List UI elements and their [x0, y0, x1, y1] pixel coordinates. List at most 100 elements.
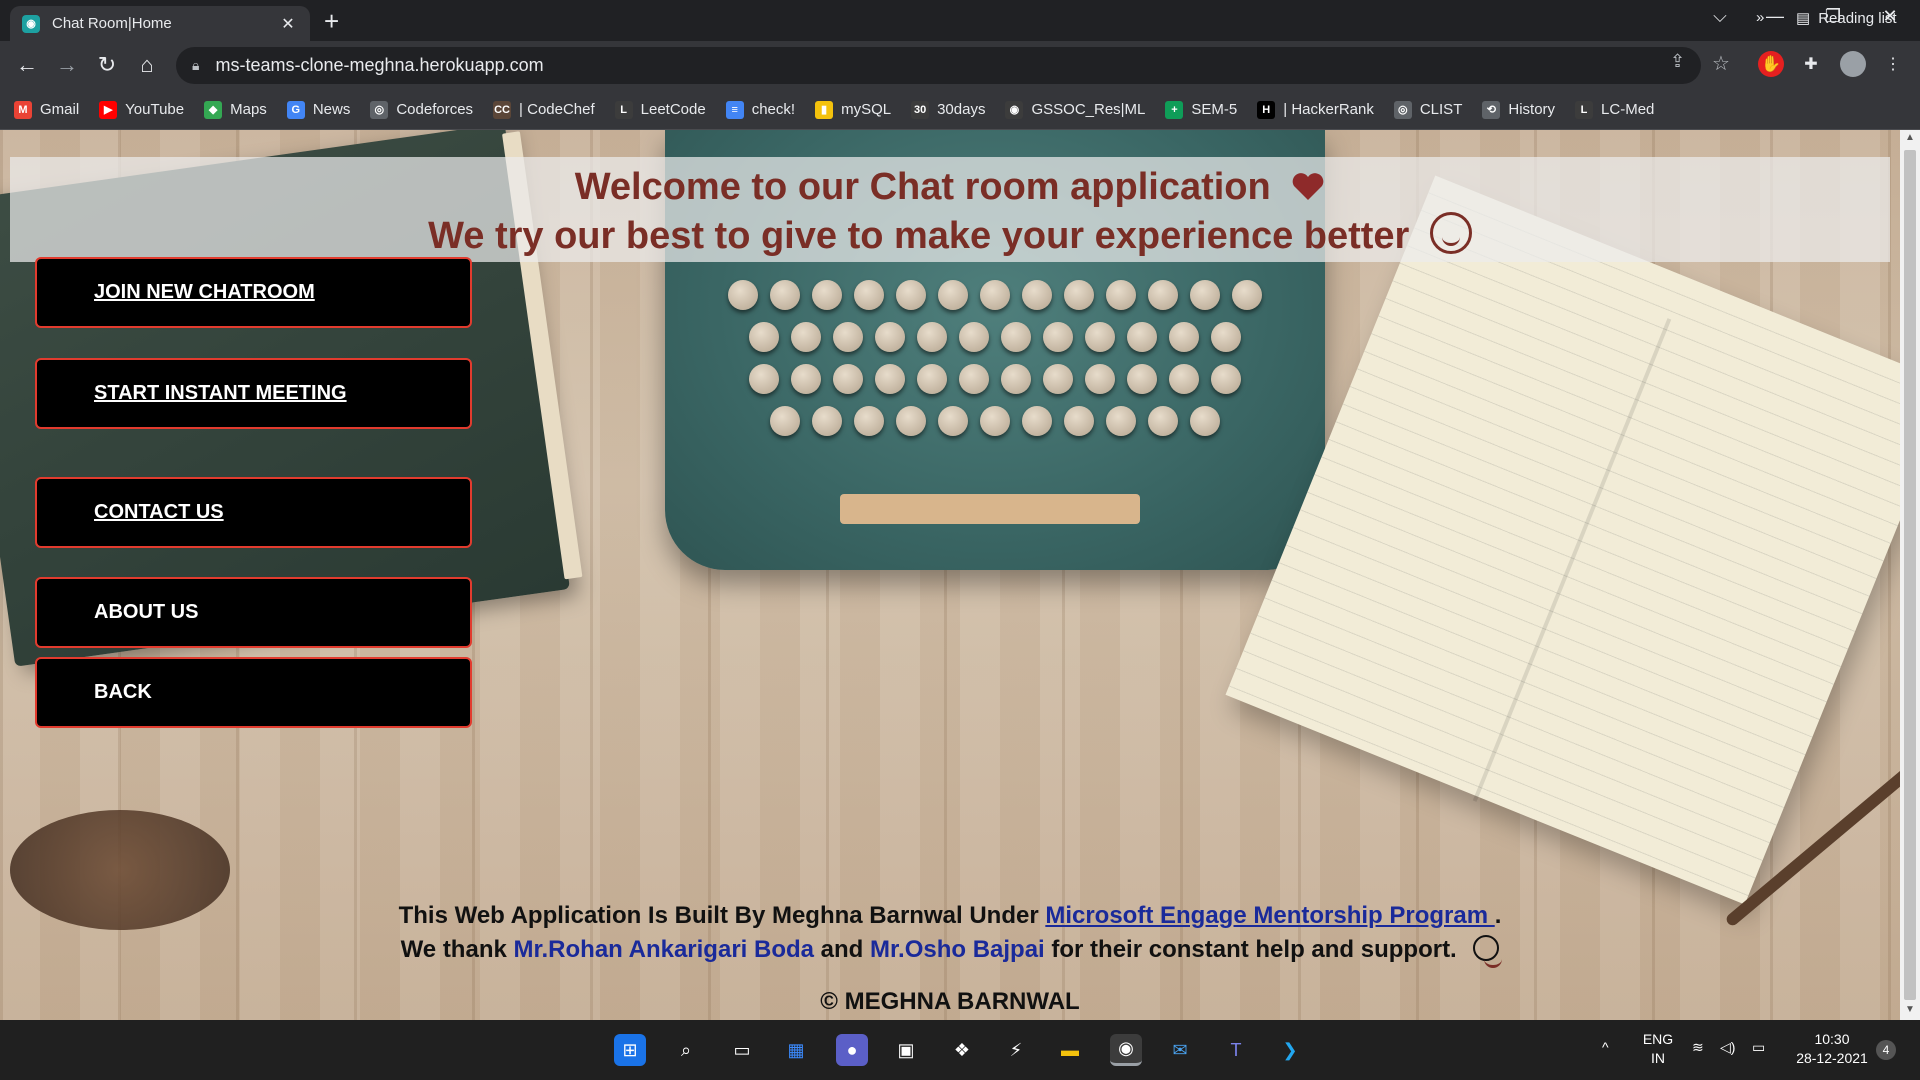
profile-avatar[interactable] [1840, 51, 1866, 77]
bookmark-item[interactable]: M Gmail [14, 100, 80, 119]
background-notebook-image [1225, 175, 1900, 905]
reload-icon[interactable]: ↻ [92, 53, 122, 77]
reading-list-label: Reading list [1818, 9, 1897, 27]
bookmark-favicon-icon: ◉ [1005, 100, 1024, 119]
back-label[interactable]: BACK [94, 681, 152, 704]
bookmark-favicon-icon: G [286, 100, 305, 119]
chat-icon[interactable]: ● [836, 1034, 868, 1066]
bookmark-label: | CodeChef [519, 101, 595, 118]
bookmark-item[interactable]: ◆ Maps [204, 100, 267, 119]
engage-program-link[interactable]: Microsoft Engage Mentorship Program [1045, 902, 1494, 929]
language-indicator[interactable]: ENG IN [1640, 1030, 1676, 1068]
extension-icon[interactable]: ✋ [1758, 51, 1784, 77]
chrome-icon[interactable]: ◉ [1110, 1034, 1142, 1066]
heart-emoji-icon [1292, 173, 1324, 200]
smiling-face-emoji-icon [1473, 935, 1503, 968]
start-instant-meeting-label[interactable]: START INSTANT MEETING [94, 382, 347, 405]
address-bar[interactable]: 🔒︎ ms-teams-clone-meghna.herokuapp.com [176, 47, 1701, 84]
bookmark-item[interactable]: ▶ YouTube [99, 100, 185, 119]
bookmark-label: History [1508, 101, 1556, 118]
bookmark-item[interactable]: ◎ CLIST [1393, 100, 1462, 119]
mentor-rohan-link[interactable]: Mr.Rohan Ankarigari Boda [514, 936, 815, 963]
app-bolt-icon[interactable]: ⚡︎ [1000, 1034, 1032, 1066]
scroll-down-icon[interactable]: ▼ [1900, 1004, 1920, 1015]
bookmark-label: YouTube [125, 101, 185, 118]
widgets-icon[interactable]: ▦ [780, 1034, 812, 1066]
browser-tab-bar: ◉ Chat Room|Home ✕ + ⌵ — ❐ ✕ [0, 0, 1920, 41]
clock-time: 10:30 [1814, 1031, 1850, 1047]
bookmark-favicon-icon: + [1165, 100, 1184, 119]
credits-line-2: We thank Mr.Rohan Ankarigari Boda and Mr… [0, 935, 1900, 968]
tab-search-icon[interactable]: ⌵ [1700, 6, 1740, 27]
bookmark-item[interactable]: + SEM-5 [1165, 100, 1238, 119]
bookmark-label: SEM-5 [1191, 101, 1238, 118]
bookmark-star-icon[interactable]: ☆ [1712, 51, 1730, 76]
contact-us-label[interactable]: CONTACT US [94, 501, 224, 524]
dropbox-icon[interactable]: ❖ [946, 1034, 978, 1066]
bookmark-item[interactable]: 30 30days [911, 100, 985, 119]
bookmark-item[interactable]: ⟲ History [1482, 100, 1556, 119]
bookmark-favicon-icon: H [1257, 100, 1276, 119]
search-icon[interactable]: ⌕ [670, 1034, 702, 1066]
menu-kebab-icon[interactable]: ⋮ [1880, 51, 1906, 77]
mail-icon[interactable]: ✉ [1164, 1034, 1196, 1066]
home-icon[interactable]: ⌂ [132, 53, 162, 77]
bookmark-item[interactable]: ◉ GSSOC_Res|ML [1005, 100, 1145, 119]
forward-icon[interactable]: → [52, 53, 82, 77]
bookmark-item[interactable]: H | HackerRank [1257, 100, 1374, 119]
microsoft-store-icon[interactable]: ▣ [890, 1034, 922, 1066]
bookmark-label: | HackerRank [1283, 101, 1374, 118]
more-bookmarks-icon[interactable]: » [1756, 9, 1764, 26]
join-new-chatroom-button[interactable]: JOIN NEW CHATROOM [35, 257, 472, 328]
bookmark-item[interactable]: ≡ check! [725, 100, 795, 119]
scroll-up-icon[interactable]: ▲ [1900, 132, 1920, 143]
vscode-icon[interactable]: ❯ [1274, 1034, 1306, 1066]
credits-line-1: This Web Application Is Built By Meghna … [0, 902, 1900, 930]
start-instant-meeting-button[interactable]: START INSTANT MEETING [35, 358, 472, 429]
back-icon[interactable]: ← [12, 53, 42, 77]
lock-icon[interactable]: 🔒︎ [192, 57, 199, 74]
welcome-heading-text: Welcome to our Chat room application [574, 166, 1271, 208]
site-favicon-icon: ◉ [22, 14, 40, 33]
join-new-chatroom-label[interactable]: JOIN NEW CHATROOM [94, 281, 315, 304]
new-tab-button[interactable]: + [324, 8, 339, 34]
scrollbar-thumb[interactable] [1904, 150, 1916, 1000]
bookmark-item[interactable]: ◎ Codeforces [370, 100, 473, 119]
show-hidden-icons-icon[interactable]: ^ [1602, 1038, 1609, 1057]
about-us-label[interactable]: ABOUT US [94, 601, 198, 624]
bookmark-item[interactable]: G News [286, 100, 350, 119]
browser-toolbar: ← → ↻ ⌂ 🔒︎ ms-teams-clone-meghna.herokua… [0, 41, 1920, 90]
task-view-icon[interactable]: ▭ [726, 1034, 758, 1066]
contact-us-button[interactable]: CONTACT US [35, 477, 472, 548]
bookmark-item[interactable]: CC | CodeChef [493, 100, 595, 119]
back-button[interactable]: BACK [35, 657, 472, 728]
file-explorer-icon[interactable]: ▬ [1054, 1034, 1086, 1066]
tab-close-icon[interactable]: ✕ [278, 14, 298, 34]
puzzle-extensions-icon[interactable]: ✚ [1798, 51, 1824, 77]
mentor-osho-link[interactable]: Mr.Osho Bajpai [870, 936, 1045, 963]
teams-icon[interactable]: T [1220, 1034, 1252, 1066]
bookmark-favicon-icon: ◆ [204, 100, 223, 119]
bookmarks-bar: M Gmail ▶ YouTube ◆ Maps G News ◎ Codeforces CC | C… [0, 90, 1920, 130]
bookmark-item[interactable]: L LeetCode [614, 100, 706, 119]
battery-icon[interactable]: ▭ [1752, 1038, 1765, 1057]
page-scrollbar[interactable]: ▲ ▼ [1900, 130, 1920, 1020]
start-menu-icon[interactable]: ⊞ [614, 1034, 646, 1066]
share-icon[interactable]: ⇪ [1670, 51, 1685, 72]
about-us-button[interactable]: ABOUT US [35, 577, 472, 648]
bookmark-favicon-icon: CC [493, 100, 512, 119]
notification-badge[interactable]: 4 [1876, 1040, 1896, 1060]
page-viewport: Welcome to our Chat room application We … [0, 130, 1900, 1020]
active-tab[interactable]: ◉ Chat Room|Home ✕ [10, 6, 310, 41]
volume-icon[interactable]: ◁) [1720, 1038, 1735, 1057]
clock[interactable]: 10:30 28-12-2021 [1792, 1030, 1872, 1068]
reading-list-button[interactable]: ▤ Reading list [1796, 9, 1897, 28]
welcome-banner: Welcome to our Chat room application We … [10, 157, 1890, 262]
bookmark-label: Gmail [40, 101, 80, 118]
url-text[interactable]: ms-teams-clone-meghna.herokuapp.com [215, 55, 543, 76]
bookmark-item[interactable]: ▮ mySQL [815, 100, 891, 119]
credits-period: . [1494, 902, 1502, 929]
wifi-icon[interactable]: ≋ [1692, 1038, 1704, 1057]
bookmark-favicon-icon: ≡ [725, 100, 744, 119]
bookmark-item[interactable]: L LC-Med [1575, 100, 1654, 119]
